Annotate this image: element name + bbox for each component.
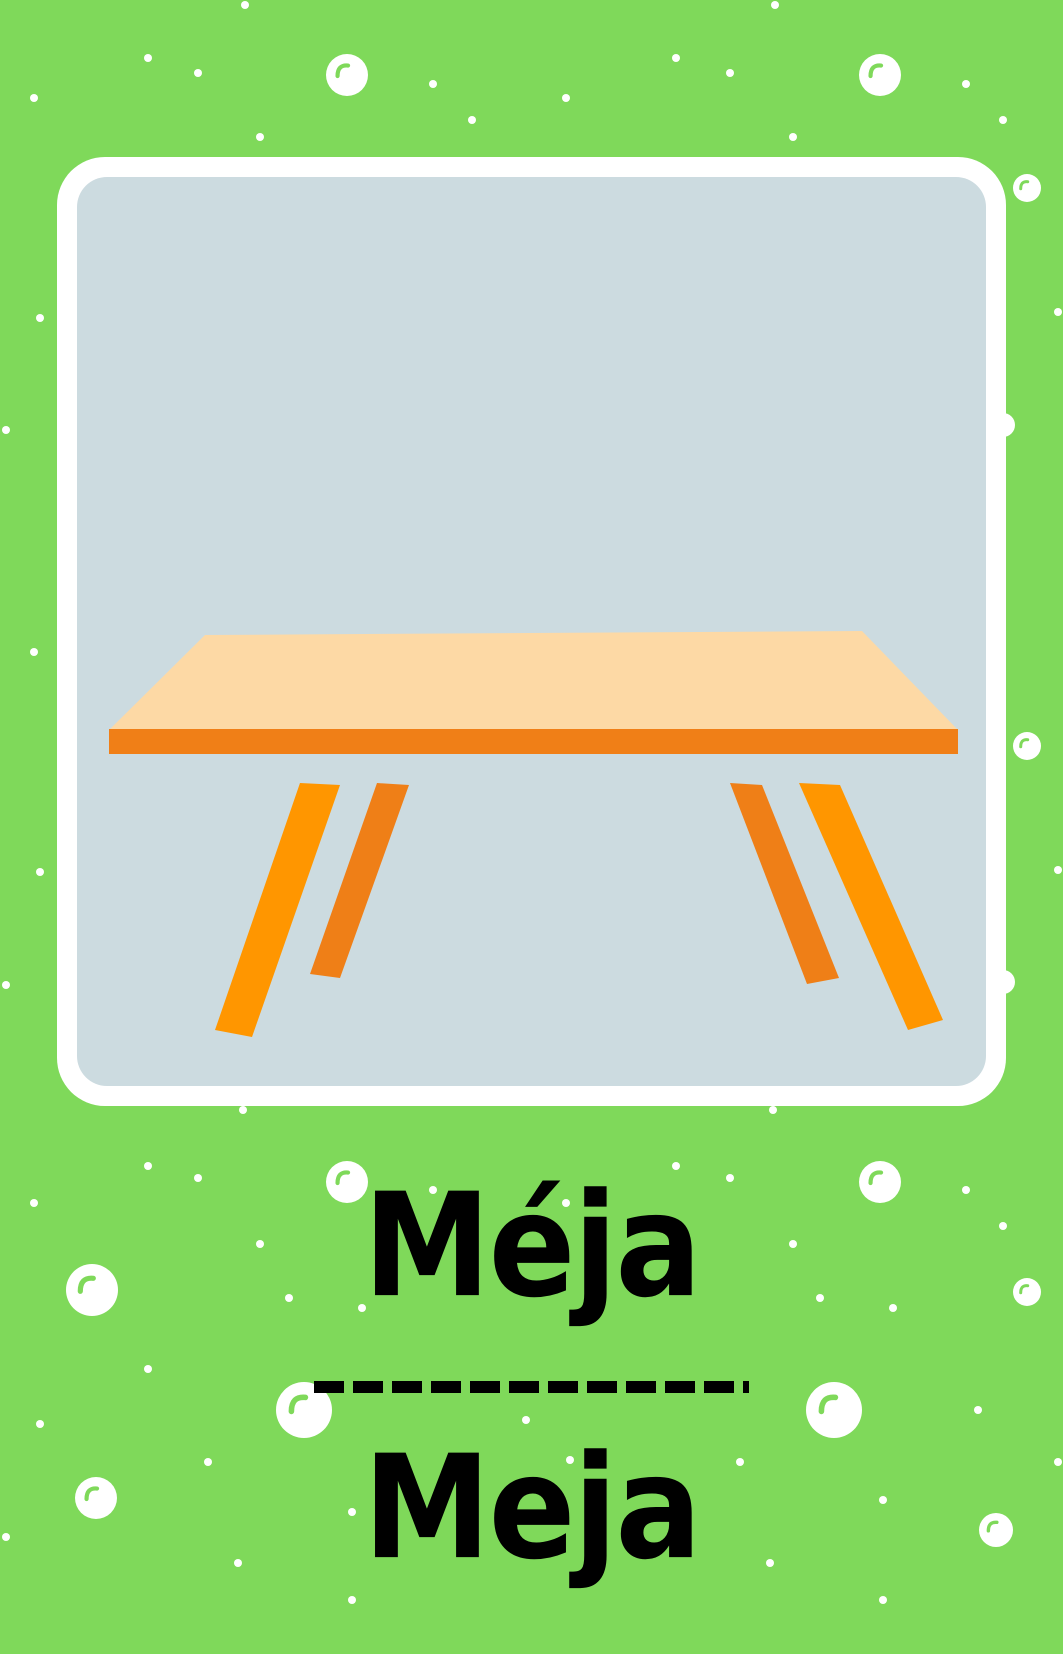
bubble xyxy=(1013,732,1041,760)
picture-frame xyxy=(57,157,1006,1106)
bubble-dot xyxy=(522,1416,530,1424)
bubble-dot xyxy=(348,1596,356,1604)
bubble-dot xyxy=(144,54,152,62)
bubble-dot xyxy=(429,80,437,88)
bubble-dot xyxy=(241,1,249,9)
bubble-dot xyxy=(194,69,202,77)
bubble xyxy=(1013,174,1041,202)
bubble-dot xyxy=(1054,866,1062,874)
flashcard: Méja Meja xyxy=(0,0,1063,1654)
bubble-dot xyxy=(974,1406,982,1414)
bubble-dot xyxy=(962,80,970,88)
bubble xyxy=(859,54,901,96)
bubble-dot xyxy=(36,868,44,876)
bubble-dot xyxy=(30,648,38,656)
bubble-dot xyxy=(999,116,1007,124)
bubble-dot xyxy=(30,94,38,102)
dashed-divider xyxy=(314,1381,749,1393)
bubble-dot xyxy=(2,426,10,434)
bubble-dot xyxy=(879,1596,887,1604)
bubble xyxy=(326,54,368,96)
tabletop-edge xyxy=(109,729,958,754)
bubble-dot xyxy=(726,69,734,77)
word-with-accent: Méja xyxy=(363,1163,701,1330)
bubble-dot xyxy=(789,133,797,141)
bubble-dot xyxy=(769,1106,777,1114)
bubble-dot xyxy=(771,1,779,9)
bubble-dot xyxy=(1054,308,1062,316)
bubble-dot xyxy=(256,133,264,141)
word-plain: Meja xyxy=(363,1425,701,1592)
bubble-dot xyxy=(239,1106,247,1114)
bubble-dot xyxy=(672,54,680,62)
table-icon xyxy=(77,177,986,1086)
picture-panel xyxy=(77,177,986,1086)
bubble-dot xyxy=(468,116,476,124)
bubble-dot xyxy=(562,94,570,102)
bubble-dot xyxy=(36,314,44,322)
bubble-dot xyxy=(2,981,10,989)
tabletop-surface xyxy=(109,631,958,730)
bubble-dot xyxy=(144,1365,152,1373)
